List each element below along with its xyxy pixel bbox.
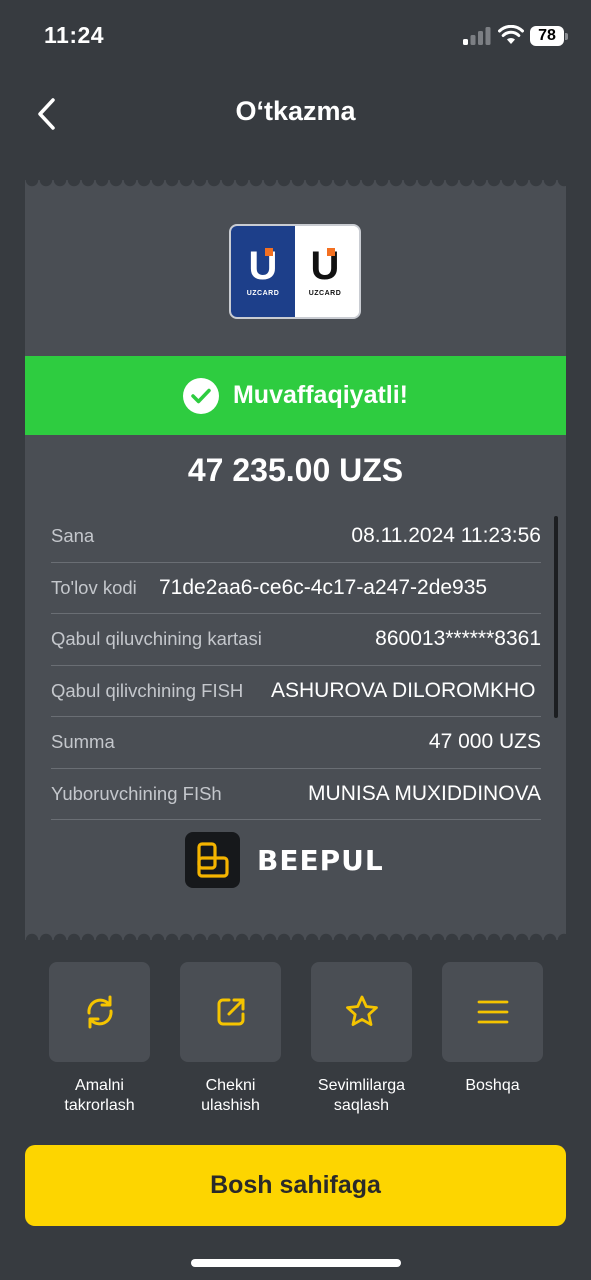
battery-icon: 78: [530, 26, 568, 46]
repeat-action-button[interactable]: Amalni takrorlash: [49, 962, 150, 1115]
details-scrollbar[interactable]: [554, 516, 558, 718]
more-options-button[interactable]: Boshqa: [442, 962, 543, 1096]
check-circle-icon: [182, 377, 219, 414]
home-indicator[interactable]: [191, 1259, 401, 1267]
details-list[interactable]: Sana 08.11.2024 11:23:56 To'lov kodi 71d…: [51, 511, 541, 820]
uzcard-brand-right: UZCARD: [308, 290, 342, 297]
detail-label: Yuboruvchining FISh: [51, 782, 222, 804]
detail-value: MUNISA MUXIDDINOVA: [308, 781, 541, 805]
action-label: Amalni takrorlash: [64, 1077, 135, 1114]
detail-label: To'lov kodi: [51, 576, 137, 598]
star-icon: [345, 995, 378, 1026]
detail-row-payment-code: To'lov kodi 71de2aa6-ce6c-4c17-a247-2de9…: [51, 563, 541, 614]
wifi-icon: [498, 25, 524, 44]
action-label: Sevimlilarga saqlash: [317, 1077, 406, 1114]
home-page-button[interactable]: Bosh sahifaga: [25, 1145, 566, 1226]
status-bar: 11:24 78: [0, 0, 591, 72]
detail-row-sender-name: Yuboruvchining FISh MUNISA MUXIDDINOVA: [51, 769, 541, 820]
beepul-icon: [185, 832, 240, 888]
receipt-edge-top: [25, 180, 566, 192]
detail-row-recipient-card: Qabul qiluvchining kartasi 860013******8…: [51, 614, 541, 666]
detail-label: Sana: [51, 525, 95, 546]
share-icon: [217, 998, 244, 1026]
repeat-icon: [86, 995, 113, 1029]
detail-label: Qabul qiluvchining kartasi: [51, 628, 262, 649]
detail-value: 860013******8361: [375, 627, 541, 650]
detail-value: 47 000 UZS: [428, 730, 541, 753]
success-banner: Muvaffaqiyatli!: [25, 356, 566, 435]
detail-value: ASHUROVA DILOROMKHO: [271, 678, 536, 702]
uzcard-brand-left: UZCARD: [246, 290, 280, 297]
save-favorite-button[interactable]: Sevimlilarga saqlash: [311, 962, 412, 1115]
cellular-signal-icon: [463, 27, 491, 45]
receipt-edge-bottom: [25, 928, 566, 940]
battery-level: 78: [538, 27, 556, 44]
detail-row-recipient-name: Qabul qilivchining FISH ASHUROVA DILOROM…: [51, 666, 541, 717]
status-text: Muvaffaqiyatli!: [232, 381, 409, 409]
uzcard-logo: U UZCARD U UZCARD: [229, 224, 361, 319]
menu-icon: [477, 1000, 508, 1024]
page-title: O‘tkazma: [235, 96, 356, 126]
header: O‘tkazma: [0, 84, 591, 142]
share-receipt-button[interactable]: Chekni ulashish: [180, 962, 281, 1115]
receipt-card: U UZCARD U UZCARD Muvaffaqiyatli! 47 235…: [25, 186, 566, 934]
action-label: Chekni ulashish: [201, 1077, 260, 1114]
detail-row-date: Sana 08.11.2024 11:23:56: [51, 511, 541, 563]
detail-label: Summa: [51, 731, 115, 752]
detail-value: 08.11.2024 11:23:56: [351, 524, 541, 547]
action-label: Boshqa: [465, 1077, 520, 1094]
detail-row-sum: Summa 47 000 UZS: [51, 717, 541, 769]
beepul-logo: BEEPUL: [185, 832, 384, 888]
action-bar: Amalni takrorlash Chekni ulashish Sevimlil…: [49, 962, 543, 1122]
provider-name: BEEPUL: [257, 843, 384, 877]
detail-label: Qabul qilivchining FISH: [51, 679, 244, 701]
detail-value: 71de2aa6-ce6c-4c17-a247-2de935: [159, 575, 488, 599]
transfer-amount: 47 235.00 UZS: [187, 452, 404, 488]
status-time: 11:24: [44, 22, 105, 48]
home-button-label: Bosh sahifaga: [210, 1171, 381, 1199]
